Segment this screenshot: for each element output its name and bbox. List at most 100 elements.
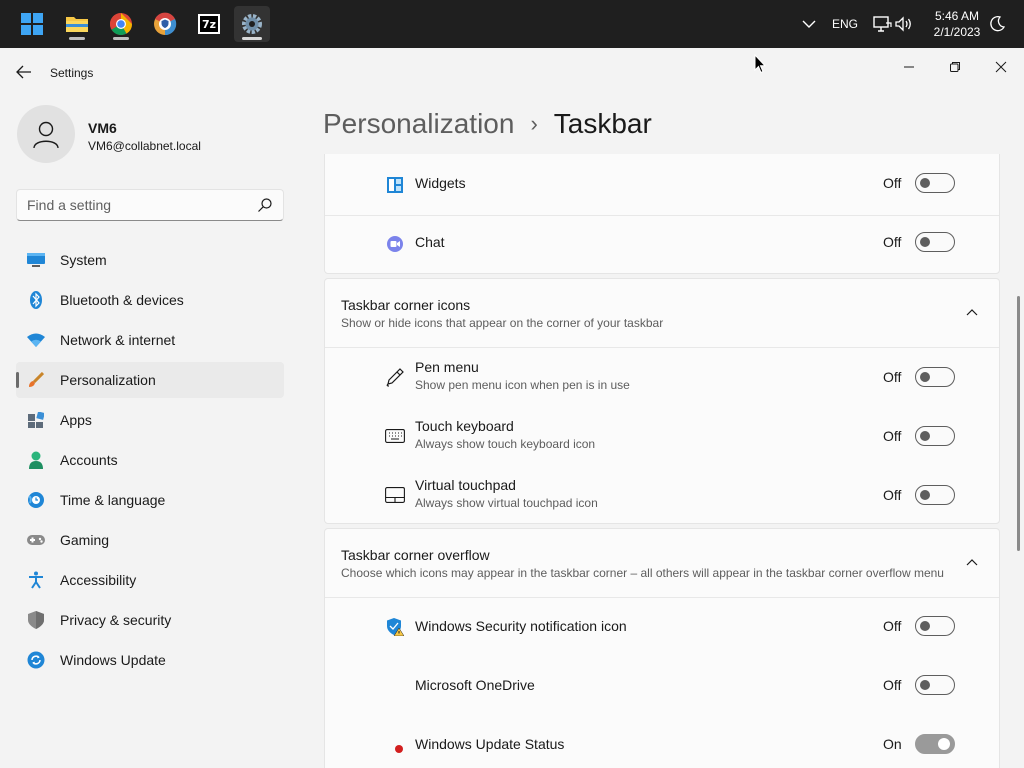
browser-shield-icon — [154, 12, 177, 36]
widgets-toggle[interactable] — [915, 173, 955, 193]
tray-overflow-button[interactable] — [802, 0, 816, 48]
onedrive-toggle[interactable] — [915, 675, 955, 695]
sidebar-item-time-language[interactable]: Time & language — [16, 482, 284, 518]
widgets-icon — [385, 175, 405, 195]
search-icon[interactable] — [257, 197, 273, 213]
sidebar-item-bluetooth[interactable]: Bluetooth & devices — [16, 282, 284, 318]
chrome-icon — [110, 13, 132, 35]
language-indicator[interactable]: ENG — [832, 0, 858, 48]
row-title: Touch keyboard — [415, 418, 514, 434]
update-status-icon — [385, 735, 405, 755]
keyboard-icon — [385, 426, 405, 446]
minimize-icon — [904, 66, 914, 68]
globe-clock-icon — [27, 491, 45, 509]
toggle-state: Off — [883, 618, 902, 634]
chrome-button[interactable] — [103, 6, 139, 42]
shield-browser-button[interactable] — [147, 6, 183, 42]
row-title: Microsoft OneDrive — [415, 677, 535, 693]
security-icon-toggle[interactable] — [915, 616, 955, 636]
sidebar-item-accessibility[interactable]: Accessibility — [16, 562, 284, 598]
security-warning-icon — [385, 617, 405, 637]
section-title: Taskbar corner overflow — [341, 547, 490, 563]
7zip-icon: 7z — [198, 14, 220, 34]
scrollbar-thumb[interactable] — [1017, 296, 1020, 551]
sidebar-item-network[interactable]: Network & internet — [16, 322, 284, 358]
sidebar-item-apps[interactable]: Apps — [16, 402, 284, 438]
restore-icon — [950, 62, 960, 72]
row-subtitle: Always show touch keyboard icon — [415, 437, 596, 451]
avatar[interactable] — [17, 105, 75, 163]
settings-button[interactable] — [234, 6, 270, 42]
notification-button[interactable] — [988, 0, 1006, 48]
moon-icon — [990, 16, 1006, 32]
onedrive-row: Microsoft OneDrive Off — [325, 657, 999, 716]
person-icon — [27, 451, 45, 469]
toggle-knob — [920, 490, 930, 500]
sidebar-nav: System Bluetooth & devices Network & int… — [16, 242, 284, 682]
corner-icons-header[interactable]: Taskbar corner icons Show or hide icons … — [325, 279, 999, 347]
breadcrumb-parent[interactable]: Personalization — [323, 108, 514, 140]
window-title: Settings — [50, 66, 94, 80]
chevron-up-icon[interactable] — [965, 306, 979, 320]
sidebar-item-label: Accessibility — [60, 572, 137, 588]
clock-time: 5:46 AM — [934, 9, 980, 23]
chevron-up-icon[interactable] — [965, 556, 979, 570]
breadcrumb-separator: › — [530, 111, 538, 136]
toggle-knob — [920, 680, 930, 690]
sidebar-item-accounts[interactable]: Accounts — [16, 442, 284, 478]
maximize-button[interactable] — [932, 52, 978, 82]
security-icon-row: Windows Security notification icon Off — [325, 598, 999, 657]
corner-overflow-card: Taskbar corner overflow Choose which ico… — [324, 528, 1000, 768]
section-subtitle: Show or hide icons that appear on the co… — [341, 316, 664, 330]
virtual-touchpad-toggle[interactable] — [915, 485, 955, 505]
update-status-toggle[interactable] — [915, 734, 955, 754]
back-button[interactable] — [14, 63, 34, 81]
sidebar-item-windows-update[interactable]: Windows Update — [16, 642, 284, 678]
sidebar-item-label: Gaming — [60, 532, 110, 548]
sidebar-item-label: Windows Update — [60, 652, 166, 668]
toggle-knob — [920, 621, 930, 631]
toggle-knob — [938, 738, 950, 750]
windows-logo-icon — [21, 13, 43, 35]
close-button[interactable] — [978, 52, 1024, 82]
touch-keyboard-toggle[interactable] — [915, 426, 955, 446]
chevron-up-icon — [802, 20, 816, 28]
file-explorer-button[interactable] — [59, 6, 95, 42]
row-title: Widgets — [415, 175, 466, 191]
sidebar-item-personalization[interactable]: Personalization — [16, 362, 284, 398]
onedrive-icon — [385, 676, 405, 696]
sidebar-item-privacy[interactable]: Privacy & security — [16, 602, 284, 638]
clock[interactable]: 5:46 AM 2/1/2023 — [926, 8, 988, 40]
7zip-button[interactable]: 7z — [191, 6, 227, 42]
arrow-left-icon — [16, 65, 31, 79]
corner-overflow-header[interactable]: Taskbar corner overflow Choose which ico… — [325, 529, 999, 597]
sidebar-item-label: Personalization — [60, 372, 156, 388]
sidebar-item-system[interactable]: System — [16, 242, 284, 278]
running-indicator — [69, 37, 85, 40]
search-input[interactable] — [17, 190, 247, 220]
gamepad-icon — [27, 531, 45, 549]
update-status-row: Windows Update Status On — [325, 716, 999, 768]
sidebar-item-gaming[interactable]: Gaming — [16, 522, 284, 558]
row-title: Pen menu — [415, 359, 479, 375]
profile-email: VM6@collabnet.local — [88, 139, 201, 153]
minimize-button[interactable] — [886, 52, 932, 82]
toggle-knob — [920, 178, 930, 188]
profile-name: VM6 — [88, 120, 117, 136]
toggle-knob — [920, 431, 930, 441]
taskbar-items-card: Widgets Off Chat Off — [324, 154, 1000, 274]
start-button[interactable] — [14, 6, 50, 42]
chat-toggle[interactable] — [915, 232, 955, 252]
widgets-row: Widgets Off — [325, 155, 999, 215]
monitor-icon — [27, 251, 45, 269]
settings-content: Widgets Off Chat Off Taskbar corner icon… — [324, 154, 1000, 768]
breadcrumb: Personalization › Taskbar — [323, 106, 652, 142]
row-subtitle: Show pen menu icon when pen is in use — [415, 378, 630, 392]
network-volume-button[interactable] — [872, 0, 914, 48]
section-title: Taskbar corner icons — [341, 297, 471, 313]
chat-row: Chat Off — [325, 216, 999, 274]
shield-icon — [27, 611, 45, 629]
pen-menu-toggle[interactable] — [915, 367, 955, 387]
pen-menu-row: Pen menu Show pen menu icon when pen is … — [325, 348, 999, 407]
chat-icon — [385, 234, 405, 254]
